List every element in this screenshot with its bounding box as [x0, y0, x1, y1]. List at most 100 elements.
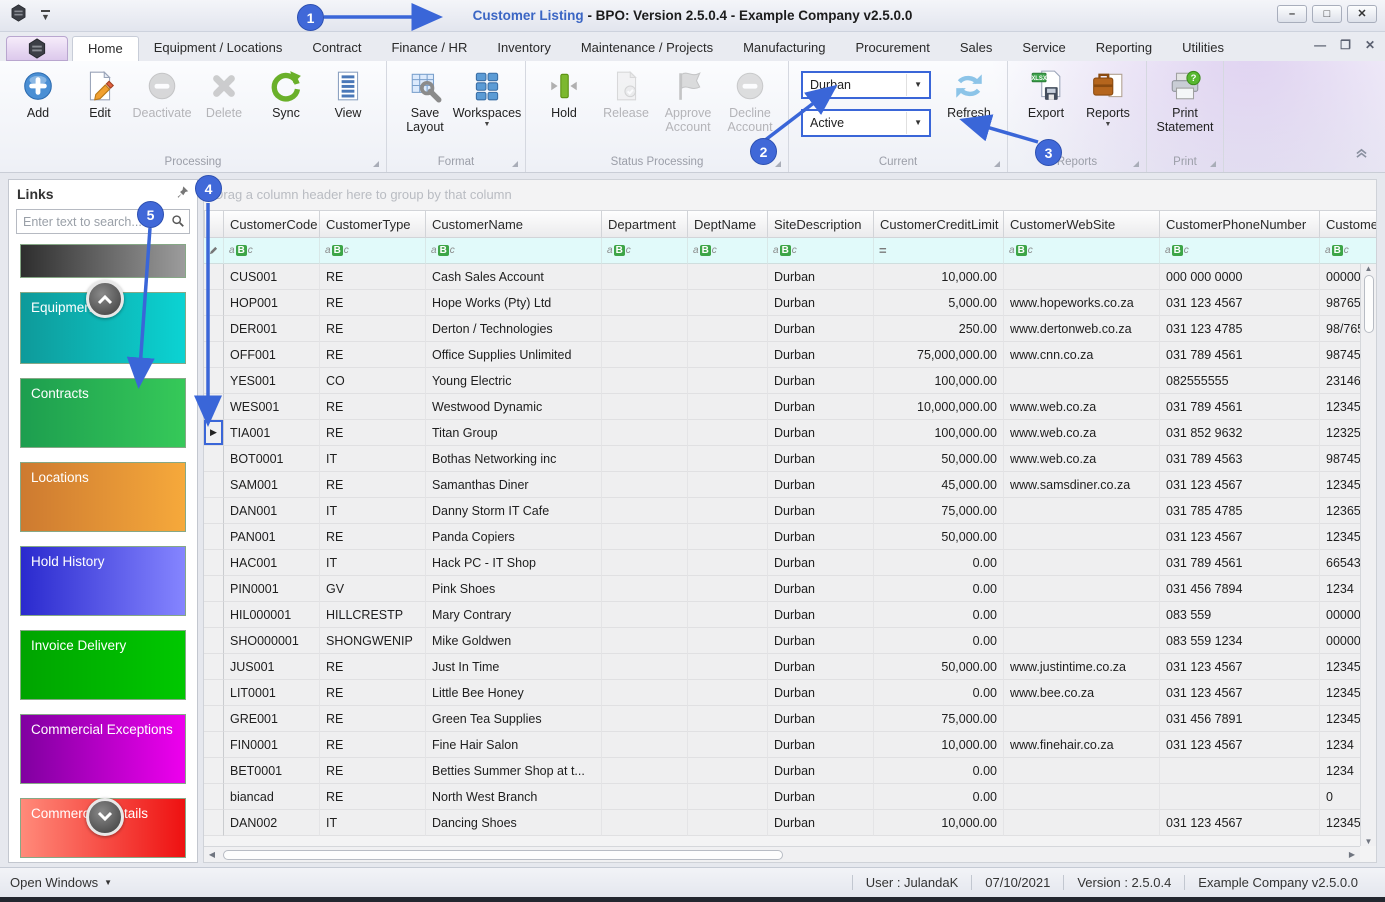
dialog-launcher-icon[interactable] [994, 161, 1000, 167]
cell[interactable] [1004, 602, 1160, 628]
cell[interactable]: 75,000.00 [874, 498, 1004, 524]
table-row[interactable]: BOT0001ITBothas Networking incDurban50,0… [204, 446, 1377, 472]
table-row[interactable]: SHO000001SHONGWENIPMike GoldwenDurban0.0… [204, 628, 1377, 654]
cell[interactable] [1004, 628, 1160, 654]
cell[interactable]: GV [320, 576, 426, 602]
cell[interactable]: CUS001 [224, 264, 320, 290]
cell[interactable]: Fine Hair Salon [426, 732, 602, 758]
row-indicator[interactable] [204, 784, 224, 810]
column-header-deptname[interactable]: DeptName [688, 210, 768, 238]
dialog-launcher-icon[interactable] [1133, 161, 1139, 167]
column-header-customercode[interactable]: CustomerCode [224, 210, 320, 238]
cell[interactable]: Durban [768, 758, 874, 784]
dialog-launcher-icon[interactable] [373, 161, 379, 167]
row-indicator[interactable] [204, 758, 224, 784]
cell[interactable]: www.web.co.za [1004, 420, 1160, 446]
cell[interactable]: RE [320, 472, 426, 498]
row-indicator[interactable] [204, 290, 224, 316]
table-row[interactable]: DER001REDerton / TechnologiesDurban250.0… [204, 316, 1377, 342]
cell[interactable] [1004, 706, 1160, 732]
cell[interactable] [688, 602, 768, 628]
tile-contracts[interactable]: Contracts [20, 378, 186, 448]
cell[interactable] [602, 446, 688, 472]
cell[interactable] [1004, 368, 1160, 394]
cell[interactable]: 10,000.00 [874, 732, 1004, 758]
cell[interactable]: 031 785 4785 [1160, 498, 1320, 524]
application-button[interactable] [6, 36, 68, 61]
cell[interactable]: 031 123 4567 [1160, 732, 1320, 758]
cell[interactable]: TIA001 [224, 420, 320, 446]
row-indicator[interactable] [204, 368, 224, 394]
cell[interactable]: HOP001 [224, 290, 320, 316]
column-header-customername[interactable]: CustomerName [426, 210, 602, 238]
open-windows-button[interactable]: Open Windows▼ [0, 875, 112, 890]
table-row[interactable]: YES001COYoung ElectricDurban100,000.0008… [204, 368, 1377, 394]
cell[interactable]: www.justintime.co.za [1004, 654, 1160, 680]
cell[interactable]: Westwood Dynamic [426, 394, 602, 420]
cell[interactable] [1004, 524, 1160, 550]
cell[interactable]: Durban [768, 264, 874, 290]
table-row[interactable]: PIN0001GVPink ShoesDurban0.00031 456 789… [204, 576, 1377, 602]
tile-locations[interactable]: Locations [20, 462, 186, 532]
column-header-department[interactable]: Department [602, 210, 688, 238]
cell[interactable]: 0.00 [874, 602, 1004, 628]
cell[interactable] [602, 680, 688, 706]
cell[interactable]: Panda Copiers [426, 524, 602, 550]
mdi-close-button[interactable]: ✕ [1365, 38, 1375, 52]
cell[interactable] [688, 420, 768, 446]
cell[interactable] [602, 498, 688, 524]
column-header-customerva[interactable]: CustomerVA [1320, 210, 1377, 238]
dialog-launcher-icon[interactable] [512, 161, 518, 167]
cell[interactable]: Durban [768, 680, 874, 706]
search-icon[interactable] [171, 214, 185, 233]
cell[interactable]: 45,000.00 [874, 472, 1004, 498]
row-indicator[interactable] [204, 602, 224, 628]
cell[interactable] [688, 784, 768, 810]
cell[interactable]: www.finehair.co.za [1004, 732, 1160, 758]
view-button[interactable]: View [318, 67, 378, 120]
cell[interactable] [688, 264, 768, 290]
table-row[interactable]: CUS001RECash Sales AccountDurban10,000.0… [204, 264, 1377, 290]
cell[interactable]: JUS001 [224, 654, 320, 680]
workspaces-button[interactable]: Workspaces▼ [457, 67, 517, 128]
cell[interactable]: 75,000,000.00 [874, 342, 1004, 368]
cell[interactable]: Little Bee Honey [426, 680, 602, 706]
cell[interactable]: Durban [768, 576, 874, 602]
cell[interactable]: 031 123 4567 [1160, 472, 1320, 498]
table-row[interactable]: FIN0001REFine Hair SalonDurban10,000.00w… [204, 732, 1377, 758]
cell[interactable]: RE [320, 680, 426, 706]
table-row[interactable]: ▶TIA001RETitan GroupDurban100,000.00www.… [204, 420, 1377, 446]
tile-top[interactable] [20, 244, 186, 278]
cell[interactable]: Titan Group [426, 420, 602, 446]
cell[interactable]: 031 456 7891 [1160, 706, 1320, 732]
cell[interactable]: Mike Goldwen [426, 628, 602, 654]
cell[interactable] [602, 732, 688, 758]
row-indicator[interactable] [204, 654, 224, 680]
cell[interactable]: HILLCRESTP [320, 602, 426, 628]
cell[interactable] [688, 706, 768, 732]
cell[interactable]: BOT0001 [224, 446, 320, 472]
collapse-ribbon-icon[interactable] [1354, 146, 1369, 164]
cell[interactable] [1004, 550, 1160, 576]
cell[interactable]: BET0001 [224, 758, 320, 784]
cell[interactable]: RE [320, 654, 426, 680]
cell[interactable]: Durban [768, 290, 874, 316]
scroll-arrow-down-icon[interactable]: ▼ [1361, 837, 1377, 846]
cell[interactable]: Durban [768, 784, 874, 810]
cell[interactable] [602, 290, 688, 316]
cell[interactable]: OFF001 [224, 342, 320, 368]
cell[interactable]: Betties Summer Shop at t... [426, 758, 602, 784]
row-indicator[interactable] [204, 498, 224, 524]
tab-procurement[interactable]: Procurement [840, 36, 944, 61]
cell[interactable]: 031 789 4561 [1160, 342, 1320, 368]
cell[interactable]: RE [320, 394, 426, 420]
cell[interactable]: Durban [768, 420, 874, 446]
tile-invoice-delivery[interactable]: Invoice Delivery [20, 630, 186, 700]
cell[interactable]: Mary Contrary [426, 602, 602, 628]
cell[interactable]: 031 123 4567 [1160, 290, 1320, 316]
cell[interactable]: IT [320, 446, 426, 472]
tab-inventory[interactable]: Inventory [482, 36, 565, 61]
reports-button[interactable]: Reports▼ [1078, 67, 1138, 128]
cell[interactable]: Bothas Networking inc [426, 446, 602, 472]
minimize-button[interactable]: – [1277, 5, 1307, 23]
